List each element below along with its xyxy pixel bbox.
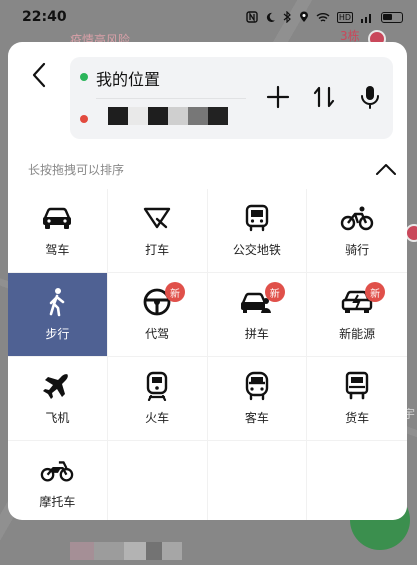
walk-icon — [40, 287, 74, 317]
back-button[interactable] — [24, 60, 54, 90]
route-actions — [265, 84, 383, 110]
voice-icon — [361, 86, 379, 109]
mode-transit[interactable]: 公交地铁 — [207, 189, 308, 273]
destination-dot — [80, 115, 88, 123]
moon-icon — [266, 12, 275, 22]
route-input-box: 我的位置 — [70, 57, 393, 139]
empty-cell — [307, 441, 407, 520]
sort-hint: 长按拖拽可以排序 — [28, 162, 125, 177]
mode-label: 拼车 — [244, 327, 269, 341]
truck-icon — [340, 371, 374, 401]
motorcycle-icon — [40, 455, 74, 485]
mode-coach[interactable]: 客车 — [207, 357, 308, 441]
obscured-text — [70, 542, 182, 560]
mode-label: 骑行 — [345, 243, 370, 257]
route-divider — [96, 98, 246, 99]
mode-label: 新能源 — [339, 327, 376, 341]
bike-icon — [340, 203, 374, 233]
train-icon — [140, 371, 174, 401]
new-badge: 新 — [165, 282, 186, 302]
add-waypoint-button[interactable] — [265, 84, 291, 110]
hd-icon: HD — [336, 11, 353, 23]
location-icon — [299, 11, 308, 22]
voice-button[interactable] — [357, 84, 383, 110]
mode-label: 摩托车 — [39, 495, 76, 509]
collapse-button[interactable] — [374, 159, 398, 179]
mode-label: 火车 — [145, 411, 170, 425]
mode-truck[interactable]: 货车 — [307, 357, 407, 441]
mode-train[interactable]: 火车 — [107, 357, 208, 441]
mode-chauffeur[interactable]: 新 代驾 — [107, 273, 208, 357]
swap-icon — [313, 86, 335, 108]
empty-cell — [208, 441, 308, 520]
mode-carpool[interactable]: 新 拼车 — [207, 273, 308, 357]
route-mode-panel: 我的位置 长按拖拽可以排序 驾车 打车 公交地铁 骑行 步行 新 代驾 新 拼车… — [8, 42, 407, 520]
mode-taxi[interactable]: 打车 — [107, 189, 208, 273]
battery-icon — [381, 11, 403, 23]
origin-field[interactable]: 我的位置 — [96, 66, 160, 90]
sort-hint-row: 长按拖拽可以排序 — [28, 158, 398, 180]
new-badge: 新 — [264, 282, 285, 302]
mode-plane[interactable]: 飞机 — [8, 357, 108, 441]
mode-label: 公交地铁 — [232, 243, 281, 257]
mode-label: 代驾 — [145, 327, 170, 341]
status-bar: 22:40 HD — [0, 0, 417, 34]
plane-icon — [40, 371, 74, 401]
mode-label: 驾车 — [45, 243, 70, 257]
swap-button[interactable] — [311, 84, 337, 110]
origin-dot — [80, 73, 88, 81]
coach-icon — [240, 371, 274, 401]
status-icons: HD — [246, 11, 403, 23]
chevron-left-icon — [32, 62, 46, 88]
mode-label: 货车 — [345, 411, 370, 425]
mode-label: 客车 — [244, 411, 269, 425]
bluetooth-icon — [283, 11, 291, 23]
mode-label: 步行 — [45, 327, 70, 341]
car-icon — [40, 203, 74, 233]
transport-mode-grid: 驾车 打车 公交地铁 骑行 步行 新 代驾 新 拼车 新 新能源 飞机 火车 客… — [8, 189, 407, 520]
empty-cell — [108, 441, 208, 520]
mode-walk[interactable]: 步行 — [8, 273, 108, 357]
signal-icon — [361, 13, 371, 23]
mode-label: 飞机 — [45, 411, 70, 425]
mode-label: 打车 — [145, 243, 170, 257]
mode-ev[interactable]: 新 新能源 — [307, 273, 407, 357]
mode-motorcycle[interactable]: 摩托车 — [8, 441, 108, 520]
bus-icon — [240, 203, 274, 233]
mode-bike[interactable]: 骑行 — [307, 189, 407, 273]
chevron-up-icon — [376, 164, 396, 175]
wifi-icon — [316, 12, 330, 22]
nfc-icon — [246, 11, 258, 23]
new-badge: 新 — [365, 282, 386, 302]
add-waypoint-icon — [266, 85, 290, 109]
destination-field[interactable] — [108, 107, 228, 125]
status-time: 22:40 — [22, 9, 67, 25]
mode-drive[interactable]: 驾车 — [8, 189, 108, 273]
taxi-flag-icon — [140, 203, 174, 233]
